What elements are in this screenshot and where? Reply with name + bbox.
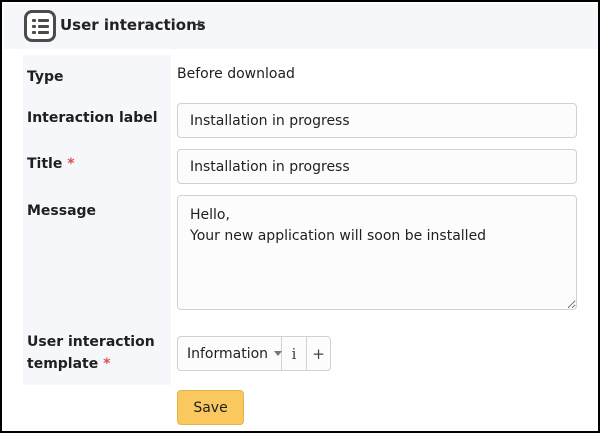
chevron-down-icon: [274, 351, 283, 356]
title-label: Title *: [27, 153, 75, 175]
title-input[interactable]: [177, 149, 577, 184]
message-label: Message: [27, 200, 96, 222]
template-selected-value: Information: [187, 345, 269, 362]
template-label-line1: User interaction: [27, 334, 155, 350]
interaction-label-label-text: Interaction label: [27, 110, 158, 126]
list-icon: [24, 10, 56, 42]
plus-icon: +: [312, 344, 325, 363]
type-label: Type: [27, 66, 64, 88]
type-label-text: Type: [27, 69, 64, 85]
save-button[interactable]: Save: [177, 390, 244, 425]
message-textarea[interactable]: Hello, Your new application will soon be…: [177, 195, 577, 310]
template-label-line2: template: [27, 356, 99, 372]
add-interaction-button[interactable]: +: [193, 17, 205, 33]
message-label-text: Message: [27, 203, 97, 219]
info-icon: i: [291, 344, 297, 363]
title-label-text: Title: [27, 156, 63, 172]
interaction-label-label: Interaction label: [27, 107, 158, 129]
template-select[interactable]: Information: [178, 337, 283, 370]
type-value: Before download: [177, 66, 295, 82]
section-header: User interactions +: [4, 4, 598, 49]
required-marker: *: [103, 356, 111, 372]
template-add-button[interactable]: +: [306, 337, 330, 370]
template-label: User interaction template *: [27, 331, 155, 375]
window-frame: User interactions + Type Before download…: [0, 0, 600, 433]
interaction-label-input[interactable]: [177, 103, 577, 138]
template-selector-group: Information i +: [177, 336, 331, 371]
required-marker: *: [67, 156, 75, 172]
template-info-button[interactable]: i: [282, 337, 306, 370]
section-title: User interactions: [60, 16, 206, 34]
